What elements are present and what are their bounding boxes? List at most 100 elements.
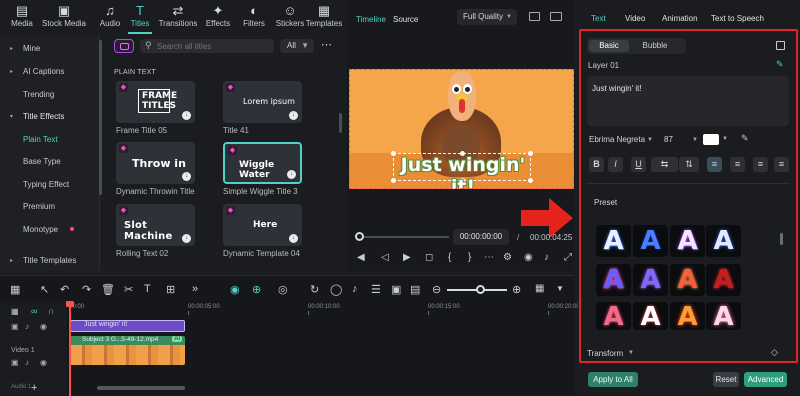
title-track-lock-icon[interactable]: ▣ — [11, 322, 19, 331]
shield-icon[interactable]: ◯ — [330, 283, 342, 296]
download-icon[interactable]: ↓ — [289, 234, 298, 243]
timeline-more-icon[interactable]: ▼ — [556, 284, 564, 293]
reset-button[interactable]: Reset — [713, 372, 739, 387]
ai-cut-icon[interactable]: ◉ — [230, 283, 240, 296]
playhead[interactable] — [69, 301, 71, 396]
preset-style-tile[interactable]: A — [596, 225, 631, 257]
delete-icon[interactable]: 🗑 — [101, 283, 115, 296]
title-track-eye-icon[interactable]: ◉ — [40, 322, 47, 331]
tab-titles[interactable]: T Titles — [122, 3, 158, 33]
sidebar-item-title-effects[interactable]: ▾ Title Effects — [0, 107, 98, 127]
text-color-swatch[interactable] — [703, 134, 719, 145]
subtab-basic[interactable]: Basic — [589, 40, 629, 52]
underline-button[interactable]: U — [631, 157, 646, 172]
layout-icon[interactable]: ▦ — [535, 283, 544, 294]
line-spacing-button[interactable]: ⇅ — [679, 157, 699, 172]
subtab-bubble[interactable]: Bubble — [635, 40, 675, 52]
sidebar-item-plain-text[interactable]: Plain Text — [0, 130, 98, 150]
sidebar-item-trending[interactable]: Trending — [0, 85, 98, 105]
search-input[interactable] — [157, 40, 269, 52]
preset-style-tile[interactable]: A — [633, 302, 668, 332]
justify-button[interactable]: ≡ — [774, 157, 789, 172]
preset-style-tile[interactable]: A — [706, 264, 741, 296]
display-settings-icon[interactable] — [550, 12, 562, 21]
progress-handle[interactable] — [355, 232, 364, 241]
split-icon[interactable]: ⊕ — [252, 283, 261, 296]
quality-dropdown[interactable]: Full Quality ▼ — [457, 9, 517, 25]
tab-templates[interactable]: ▦ Templates — [304, 3, 344, 33]
browser-scrollbar[interactable] — [339, 113, 342, 133]
color-chevron-icon[interactable]: ▼ — [722, 136, 728, 142]
favorites-button[interactable] — [114, 39, 134, 53]
grid-icon[interactable]: ▦ — [10, 283, 20, 296]
tab-text-to-speech[interactable]: Text to Speech — [711, 14, 764, 23]
title-card[interactable]: ◆ FRAME TITLES ↓ — [116, 81, 195, 123]
more-menu-icon[interactable]: ⋯ — [321, 38, 332, 51]
redo-icon[interactable]: ↷ — [82, 283, 91, 296]
tab-stickers[interactable]: ☺ Stickers — [272, 3, 308, 33]
download-icon[interactable]: ↓ — [182, 111, 191, 120]
video-track-audio-icon[interactable]: ♪ — [25, 358, 29, 367]
title-card[interactable]: ◆ Wiggle Water ↓ — [223, 142, 302, 184]
search-box[interactable]: ⚲ — [140, 39, 274, 53]
snapshot-view-icon[interactable] — [529, 12, 540, 21]
title-card[interactable]: ◆ Here ↓ — [223, 204, 302, 246]
text-input-area[interactable]: Just wingin' it! — [587, 76, 789, 126]
audio-mixer-icon[interactable]: ☰ — [371, 283, 381, 296]
tab-timeline[interactable]: Timeline — [356, 15, 386, 24]
more-controls-icon[interactable]: ⋯ — [484, 252, 494, 263]
tab-source[interactable]: Source — [393, 15, 418, 24]
keyframe-icon[interactable]: ◇ — [771, 347, 778, 358]
tab-text[interactable]: Text — [591, 14, 606, 23]
font-dropdown[interactable]: Ebrima Negreta ▼ — [589, 133, 655, 147]
step-back-icon[interactable]: ◁ — [381, 252, 389, 263]
tab-stock-media[interactable]: ▣ Stock Media — [40, 3, 88, 33]
add-track-icon[interactable]: ▦ — [11, 307, 19, 316]
timeline-hscrollbar[interactable] — [97, 386, 185, 390]
cut-icon[interactable]: ✂ — [124, 283, 133, 296]
link-icon[interactable]: ∞ — [31, 306, 37, 316]
mark-out-icon[interactable]: } — [468, 252, 471, 263]
more-tools-icon[interactable]: » — [192, 283, 198, 295]
title-card[interactable]: ◆ Slot Machine ↓ — [116, 204, 195, 246]
title-track-audio-icon[interactable]: ♪ — [25, 322, 29, 331]
video-preview[interactable]: Just wingin' it! — [349, 69, 574, 189]
italic-button[interactable]: I — [608, 157, 623, 172]
progress-track[interactable] — [359, 236, 449, 238]
align-right-button[interactable]: ≡ — [753, 157, 768, 172]
video-clip[interactable]: Subject 3 G...5-49-12.mp4 AI — [70, 336, 185, 365]
tab-media[interactable]: ▤ Media — [4, 3, 40, 33]
add-track-plus-icon[interactable]: + — [31, 382, 37, 394]
align-left-button[interactable]: ≡ — [707, 157, 722, 172]
zoom-slider-handle[interactable] — [476, 285, 485, 294]
preset-style-tile[interactable]: A — [706, 225, 741, 257]
edit-text-icon[interactable]: ✎ — [776, 59, 784, 70]
download-icon[interactable]: ↓ — [287, 170, 296, 179]
text-tool-icon[interactable]: T — [144, 283, 151, 295]
preset-style-tile[interactable]: A — [633, 225, 668, 257]
sidebar-item-ai-captions[interactable]: ▸ AI Captions — [0, 62, 98, 82]
preset-style-tile[interactable]: A — [670, 264, 705, 296]
bold-button[interactable]: B — [589, 157, 604, 172]
download-icon[interactable]: ↓ — [182, 234, 191, 243]
zoom-out-icon[interactable]: ⊖ — [432, 283, 441, 296]
mark-in-icon[interactable]: { — [448, 252, 451, 263]
marker-icon[interactable]: ◎ — [278, 283, 288, 296]
preset-style-tile[interactable]: A — [670, 302, 705, 332]
preset-style-tile[interactable]: A — [670, 225, 705, 257]
sidebar-item-base-type[interactable]: Base Type — [0, 152, 98, 172]
camera-icon[interactable]: ◉ — [524, 252, 533, 263]
pip-icon[interactable]: ▤ — [410, 283, 420, 296]
preset-style-tile[interactable]: A — [633, 264, 668, 296]
apply-to-all-button[interactable]: Apply to All — [588, 372, 638, 387]
tab-transitions[interactable]: ⇄ Transitions — [156, 3, 200, 33]
mic-icon[interactable]: ♪ — [352, 283, 358, 295]
filter-button[interactable]: All ▼ — [280, 39, 314, 53]
tab-effects[interactable]: ✦ Effects — [200, 3, 236, 33]
crop-icon[interactable]: ⊞ — [166, 283, 175, 296]
size-dropdown[interactable]: 87 ▼ — [664, 133, 700, 147]
sidebar-item-typing-effect[interactable]: Typing Effect — [0, 175, 98, 195]
title-card[interactable]: ◆ Throw in ↓ — [116, 142, 195, 184]
preset-scrollbar[interactable] — [780, 233, 783, 245]
eyedropper-icon[interactable]: ✎ — [741, 133, 749, 144]
